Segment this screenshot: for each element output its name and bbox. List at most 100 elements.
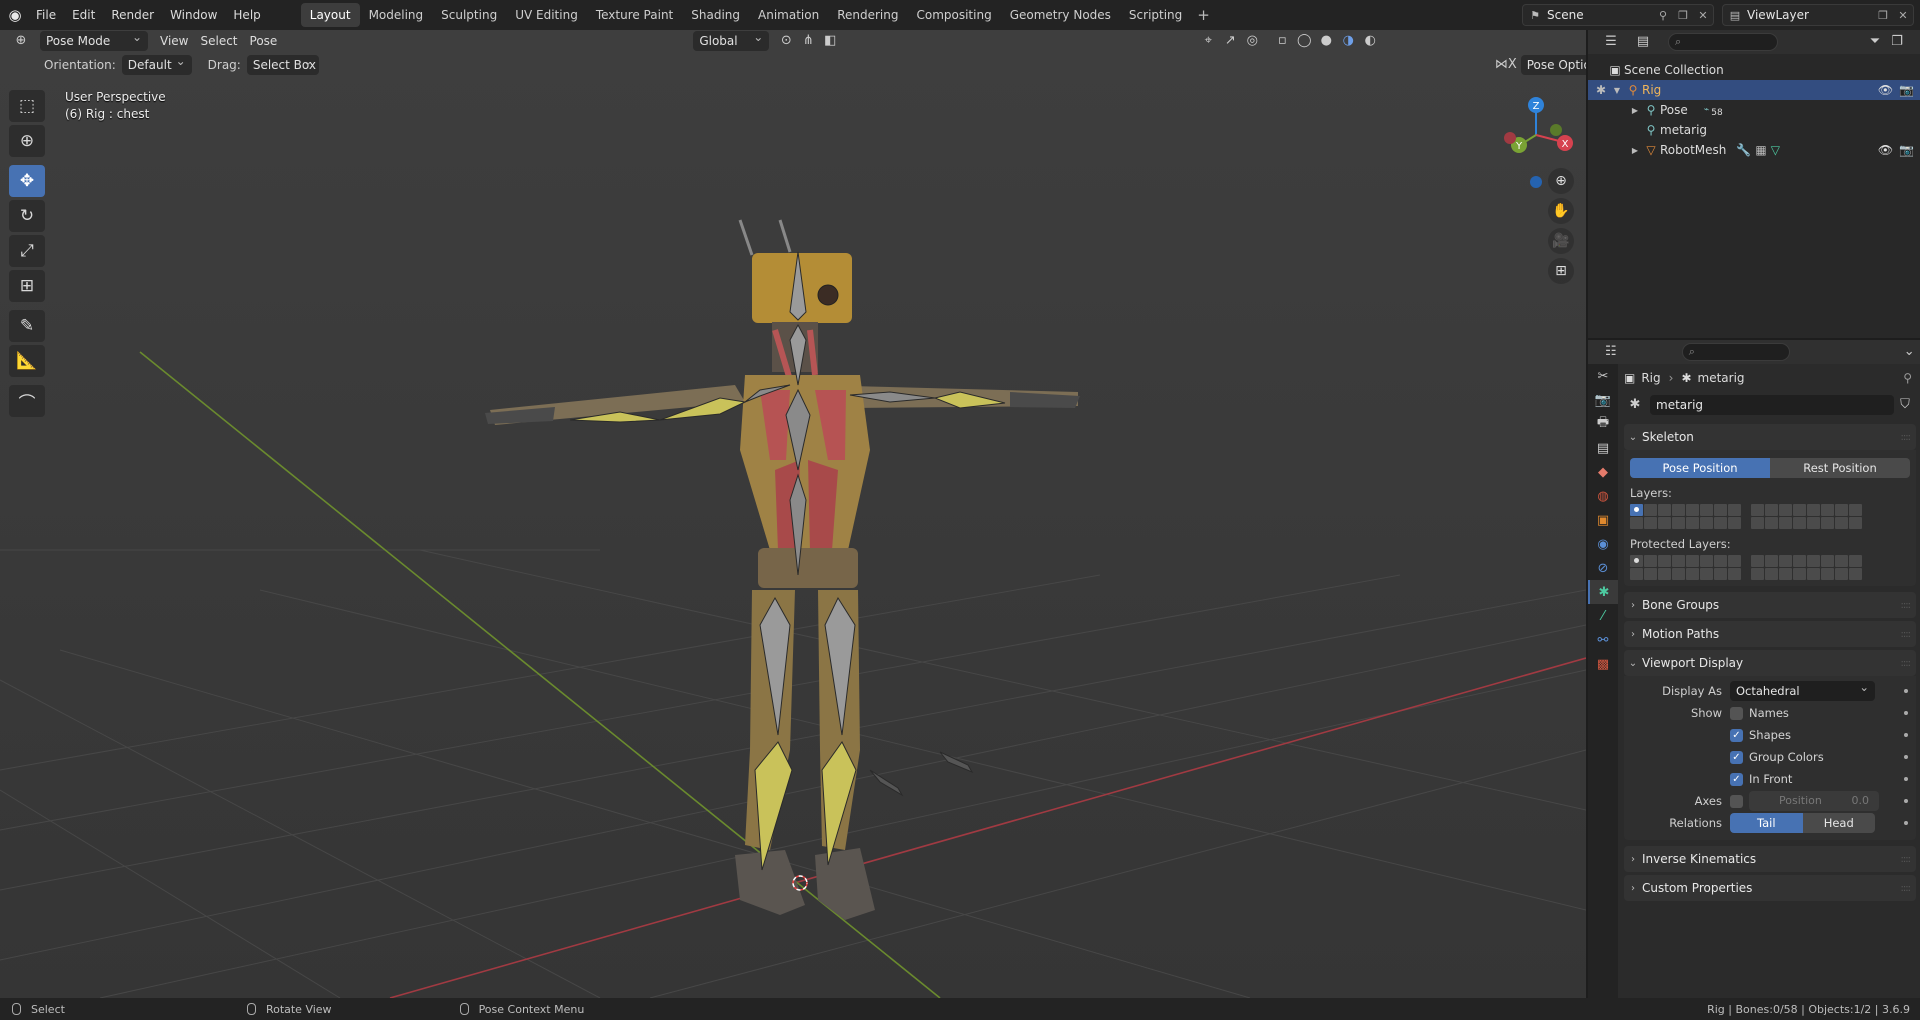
render-camera-icon[interactable]: 📷 [1899,143,1914,157]
physics-tab-icon[interactable]: ◉ [1588,532,1618,556]
visibility-eye-icon[interactable]: 👁 [1878,143,1893,157]
rendered-shading-icon[interactable]: ◐ [1359,31,1381,51]
mode-selector[interactable]: Pose Mode [40,30,148,51]
mirror-icon[interactable]: ⋈ [1495,55,1508,75]
names-checkbox[interactable] [1730,706,1743,720]
tab-texture-paint[interactable]: Texture Paint [587,3,682,27]
menu-select[interactable]: Select [194,31,243,51]
texture-tab-icon[interactable]: ▩ [1588,652,1618,676]
pan-hand-icon[interactable]: ✋ [1548,198,1574,224]
transform-tool-icon[interactable]: ⊞ [9,270,45,302]
protected-grid-right[interactable] [1751,555,1862,580]
menu-window[interactable]: Window [162,0,225,30]
delete-scene-icon[interactable]: ✕ [1693,9,1713,22]
rest-position-button[interactable]: Rest Position [1770,458,1910,478]
blender-logo-icon[interactable]: ◉ [2,0,28,30]
drag-dropdown[interactable]: Select Box [246,51,319,75]
keyframe-dot-icon[interactable] [1904,777,1908,781]
shapes-checkbox[interactable]: ✓ [1730,728,1743,742]
ortho-toggle-icon[interactable]: ⊞ [1548,258,1574,284]
menu-edit[interactable]: Edit [64,0,103,30]
scene-tab-icon[interactable]: ◆ [1588,460,1618,484]
outliner-item-metarig[interactable]: ⚲ metarig [1588,120,1920,140]
object-tab-icon[interactable]: ▣ [1588,508,1618,532]
zoom-icon[interactable]: ⊕ [1548,168,1574,194]
bone-relax-tool-icon[interactable]: ⌒ [9,385,45,417]
menu-render[interactable]: Render [103,0,162,30]
material-shading-icon[interactable]: ◑ [1337,31,1359,51]
layers-grid-right[interactable] [1751,504,1862,529]
pose-position-button[interactable]: Pose Position [1630,458,1770,478]
view-layer-tab-icon[interactable]: ▤ [1588,436,1618,460]
xray-toggle-icon[interactable]: ▫ [1271,31,1293,51]
orientation-dropdown[interactable]: Default [121,51,192,75]
cursor-tool-icon[interactable]: ⊕ [9,125,45,157]
properties-options-icon[interactable]: ⌄ [1898,342,1920,362]
tab-sculpting[interactable]: Sculpting [432,3,506,27]
drag-grip-icon[interactable]: :::: [1901,629,1912,640]
bone-groups-panel-header[interactable]: › Bone Groups :::: [1624,592,1916,618]
display-mode-icon[interactable]: ▤ [1632,32,1654,52]
in-front-checkbox[interactable]: ✓ [1730,772,1743,786]
datablock-name-field[interactable]: metarig [1650,395,1894,415]
keyframe-dot-icon[interactable] [1904,689,1908,693]
tab-shading[interactable]: Shading [682,3,749,27]
tab-geometry-nodes[interactable]: Geometry Nodes [1001,3,1120,27]
menu-pose[interactable]: Pose [244,31,284,51]
menu-help[interactable]: Help [225,0,268,30]
outliner-item-pose[interactable]: ▶ ⚲ Pose ⌁ 58 [1588,100,1920,120]
overlay-toggle-icon[interactable]: ◎ [1241,31,1263,51]
constraints-tab-icon[interactable]: ⊘ [1588,556,1618,580]
motion-paths-panel-header[interactable]: › Motion Paths :::: [1624,621,1916,647]
delete-view-layer-icon[interactable]: ✕ [1893,9,1913,22]
outliner-scene-collection[interactable]: ▣ Scene Collection [1588,60,1920,80]
protected-grid-left[interactable] [1630,555,1741,580]
pin-icon[interactable]: ⚲ [1903,371,1912,385]
tail-button[interactable]: Tail [1730,813,1803,833]
scene-selector[interactable]: ⚑ Scene ⚲ ❐ ✕ [1522,4,1714,26]
camera-view-icon[interactable]: 🎥 [1548,228,1574,254]
keyframe-dot-icon[interactable] [1904,733,1908,737]
solid-shading-icon[interactable]: ● [1315,31,1337,51]
tab-uv-editing[interactable]: UV Editing [506,3,587,27]
skeleton-panel-header[interactable]: ⌄ Skeleton :::: [1624,424,1916,450]
menu-view[interactable]: View [154,31,194,51]
tab-modeling[interactable]: Modeling [360,3,433,27]
outliner-item-robotmesh[interactable]: ▶ ▽ RobotMesh 🔧 ▦ ▽ 👁 📷 [1588,140,1920,160]
axes-checkbox[interactable] [1730,794,1743,808]
custom-properties-panel-header[interactable]: › Custom Properties :::: [1624,875,1916,901]
new-scene-icon[interactable]: ❐ [1673,9,1693,22]
rotate-tool-icon[interactable]: ↻ [9,200,45,232]
tab-scripting[interactable]: Scripting [1120,3,1191,27]
render-tab-icon[interactable]: 📷 [1588,388,1618,412]
tool-tab-icon[interactable]: ✂ [1588,364,1618,388]
snap-icon[interactable]: ⋔ [797,31,819,51]
tab-animation[interactable]: Animation [749,3,828,27]
fake-user-shield-icon[interactable]: ⛉ [1894,395,1916,415]
axes-position-field[interactable]: Position 0.0 [1749,791,1879,811]
outliner-editor-type-icon[interactable]: ☰ [1600,32,1622,52]
move-tool-icon[interactable]: ✥ [9,165,45,197]
tab-compositing[interactable]: Compositing [907,3,1000,27]
drag-grip-icon[interactable]: :::: [1901,432,1912,443]
outliner-item-rig[interactable]: ✱ ▼ ⚲ Rig 👁 📷 [1588,80,1920,100]
head-button[interactable]: Head [1802,813,1875,833]
drag-grip-icon[interactable]: :::: [1901,883,1912,894]
editor-type-icon[interactable]: ⊕ [10,31,32,51]
measure-tool-icon[interactable]: 📐 [9,345,45,377]
keyframe-dot-icon[interactable] [1904,799,1908,803]
render-camera-icon[interactable]: 📷 [1899,83,1914,97]
pivot-point-icon[interactable]: ⊙ [775,31,797,51]
tab-layout[interactable]: Layout [300,3,360,27]
properties-editor-type-icon[interactable]: ☷ [1600,342,1622,362]
wireframe-shading-icon[interactable]: ◯ [1293,31,1315,51]
drag-grip-icon[interactable]: :::: [1901,854,1912,865]
pin-icon[interactable]: ⚲ [1653,9,1673,22]
view-layer-selector[interactable]: ▤ ViewLayer ❐ ✕ [1722,4,1914,26]
select-box-tool-icon[interactable]: ⬚ [9,90,45,122]
tab-rendering[interactable]: Rendering [828,3,907,27]
group-colors-checkbox[interactable]: ✓ [1730,750,1743,764]
transform-orientation-dropdown[interactable]: Global [693,30,770,51]
outliner-search-input[interactable]: ⌕ [1668,33,1778,51]
3d-viewport[interactable]: ⊕ Pose Mode View Select Pose Global ⊙ ⋔ … [0,30,1586,998]
